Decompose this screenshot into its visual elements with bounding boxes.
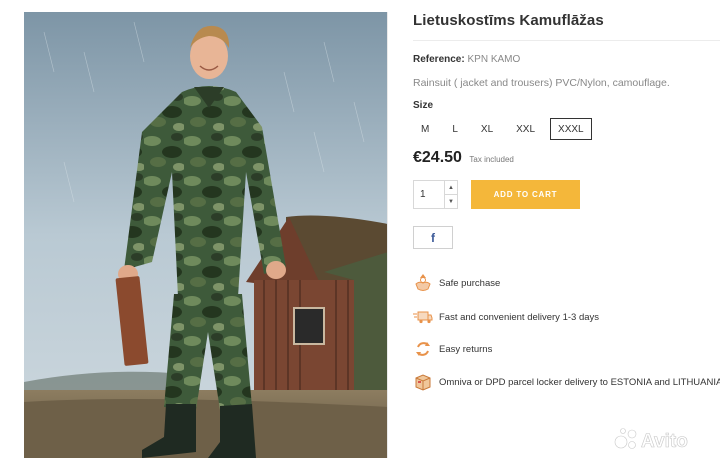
benefit-fast-delivery: Fast and convenient delivery 1-3 days (413, 306, 599, 328)
avito-wordmark: Avito (641, 431, 688, 452)
product-description: Rainsuit ( jacket and trousers) PVC/Nylo… (413, 77, 670, 89)
quantity-decrease-button[interactable]: ▼ (445, 194, 457, 208)
quantity-input[interactable] (414, 181, 444, 208)
size-label: Size (413, 100, 434, 111)
size-option-xxxl[interactable]: XXXL (550, 118, 592, 140)
avito-watermark: Avito (614, 426, 708, 452)
facebook-icon: f (431, 230, 435, 245)
benefit-easy-returns: Easy returns (413, 338, 492, 360)
divider (413, 40, 720, 41)
quantity-stepper: ▲ ▼ (413, 180, 458, 209)
delivery-truck-icon (413, 306, 433, 328)
chevron-up-icon: ▲ (448, 184, 454, 191)
facebook-share-button[interactable]: f (413, 226, 453, 249)
benefit-text: Safe purchase (439, 277, 501, 289)
benefit-text: Omniva or DPD parcel locker delivery to … (439, 376, 720, 388)
parcel-box-icon (413, 371, 433, 393)
tax-note: Tax included (469, 155, 514, 164)
product-price: €24.50 (413, 149, 462, 166)
size-selector: M L XL XXL XXXL (413, 118, 599, 140)
size-option-l[interactable]: L (444, 118, 466, 140)
reference-value: KPN KAMO (467, 54, 521, 65)
add-to-cart-button[interactable]: ADD TO CART (471, 180, 580, 209)
returns-icon (413, 338, 433, 360)
price-row: €24.50 Tax included (413, 149, 514, 167)
quantity-buttons: ▲ ▼ (444, 181, 457, 208)
benefit-safe-purchase: Safe purchase (413, 272, 500, 294)
benefit-parcel-locker: Omniva or DPD parcel locker delivery to … (413, 371, 720, 393)
benefit-text: Fast and convenient delivery 1-3 days (439, 311, 600, 323)
product-title: Lietuskostīms Kamuflāžas (413, 12, 604, 29)
safe-purchase-icon (413, 272, 433, 294)
product-image (24, 12, 388, 458)
reference-label: Reference: (413, 54, 465, 65)
reference-line: Reference: KPN KAMO (413, 54, 520, 65)
quantity-increase-button[interactable]: ▲ (445, 181, 457, 194)
size-option-xl[interactable]: XL (473, 118, 501, 140)
benefit-text: Easy returns (439, 343, 493, 355)
size-option-xxl[interactable]: XXL (508, 118, 543, 140)
size-option-m[interactable]: M (413, 118, 437, 140)
chevron-down-icon: ▼ (448, 198, 454, 205)
